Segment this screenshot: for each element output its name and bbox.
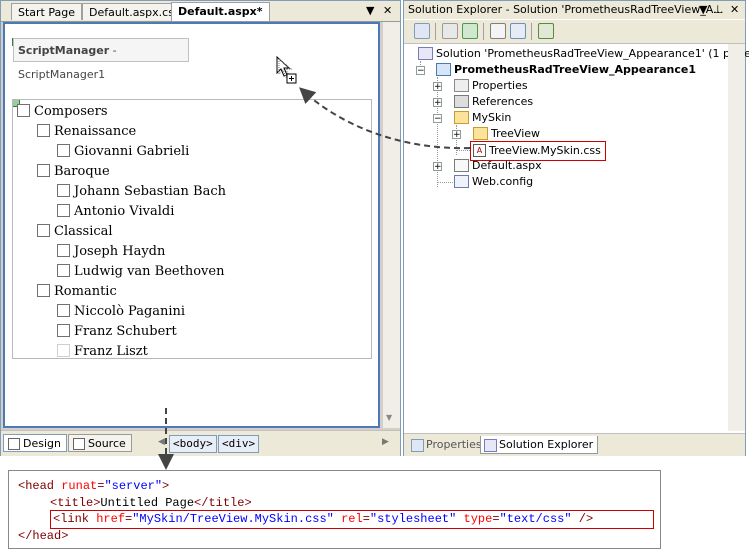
code-value: "stylesheet" [369, 512, 457, 526]
code-text: Untitled Page [100, 496, 195, 510]
code-tag: <head [18, 479, 62, 493]
drag-arrow [299, 87, 471, 150]
code-tag: > [162, 479, 170, 493]
code-tag: <link [53, 512, 97, 526]
code-line-head-open: <head runat="server"> [18, 478, 169, 494]
code-attr: type [463, 512, 493, 526]
code-attr: rel [341, 512, 363, 526]
code-line-title: <title>Untitled Page</title> [50, 495, 252, 511]
code-value: "text/css" [499, 512, 572, 526]
code-line-link: <link href="MySkin/TreeView.MySkin.css" … [53, 512, 594, 526]
code-tag: <title> [50, 496, 101, 510]
code-value: "MySkin/TreeView.MySkin.css" [132, 512, 334, 526]
code-line-head-close: </head> [18, 528, 68, 544]
code-tag: </head> [18, 529, 69, 543]
code-attr: href [96, 512, 126, 526]
code-tag: /> [571, 512, 594, 526]
code-value: "server" [104, 479, 163, 493]
code-attr: runat [61, 479, 98, 493]
code-snippet-box: <head runat="server"> <title>Untitled Pa… [8, 470, 661, 549]
code-tag: </title> [194, 496, 252, 510]
